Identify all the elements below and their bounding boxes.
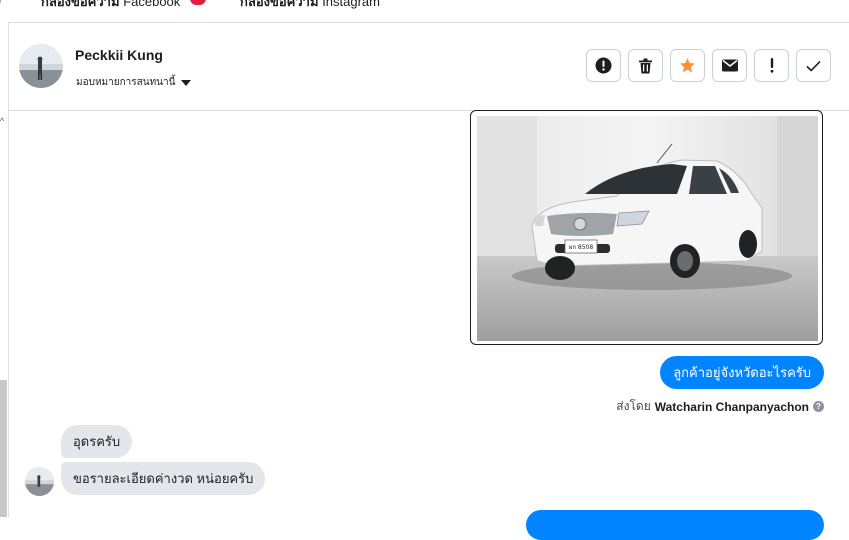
tab-platform: Instagram [322,0,380,9]
inbox-tabs: n กล่องข้อความ Facebook กล่องข้อความ Ins… [0,0,849,23]
conversation-header: Peckkii Kung มอบหมายการสนทนานี้ [9,23,849,111]
tab-platform: Facebook [123,0,181,9]
star-icon [680,58,695,73]
envelope-icon [721,59,738,72]
star-button[interactable] [670,49,705,82]
tab-instagram-inbox[interactable]: กล่องข้อความ Instagram [240,0,380,12]
unread-badge [190,0,206,5]
contact-name[interactable]: Peckkii Kung [75,47,163,63]
tab-label: กล่องข้อความ [41,0,120,9]
exclamation-icon [770,58,773,73]
assign-conversation-dropdown[interactable]: มอบหมายการสนทนานี้ [76,75,192,90]
sent-by-name[interactable]: Watcharin Chanpanyachon [655,400,809,414]
outgoing-message[interactable]: ลูกค้าอยู่จังหวัดอะไรครับ [660,356,824,389]
help-icon[interactable]: ? [813,401,824,412]
sender-avatar[interactable] [25,467,54,496]
alert-circle-icon [595,57,612,74]
caret-down-icon [181,79,192,86]
mark-unread-button[interactable] [712,49,747,82]
incoming-message[interactable]: อุดรครับ [61,425,133,458]
delete-button[interactable] [628,49,663,82]
outgoing-message-partial[interactable] [526,510,824,540]
tab-label: กล่องข้อความ [240,0,319,9]
avatar-photo [25,467,54,496]
incoming-message[interactable]: ขอรายละเอียดค่างวด หน่อยครับ [61,462,266,495]
sent-by-info: ส่งโดย Watcharin Chanpanyachon ? [616,397,824,416]
trash-icon [639,58,652,73]
tab-facebook-inbox[interactable]: กล่องข้อความ Facebook [41,0,180,12]
sent-by-prefix: ส่งโดย [616,399,651,413]
tab-sliver: n [0,0,1,6]
assign-label: มอบหมายการสนทนานี้ [76,77,176,88]
conversation-actions [586,49,831,82]
image-attachment[interactable]: ผก 8508 [470,110,823,345]
follow-up-button[interactable] [754,49,789,82]
license-plate: ผก 8508 [569,244,594,251]
mark-done-button[interactable] [796,49,831,82]
avatar[interactable] [19,44,63,88]
spam-button[interactable] [586,49,621,82]
avatar-photo [19,44,63,88]
scroll-up-icon[interactable]: ^ [0,116,4,126]
car-photo: ผก 8508 [477,116,818,341]
check-icon [806,60,821,72]
scrollbar-thumb[interactable] [0,380,7,517]
